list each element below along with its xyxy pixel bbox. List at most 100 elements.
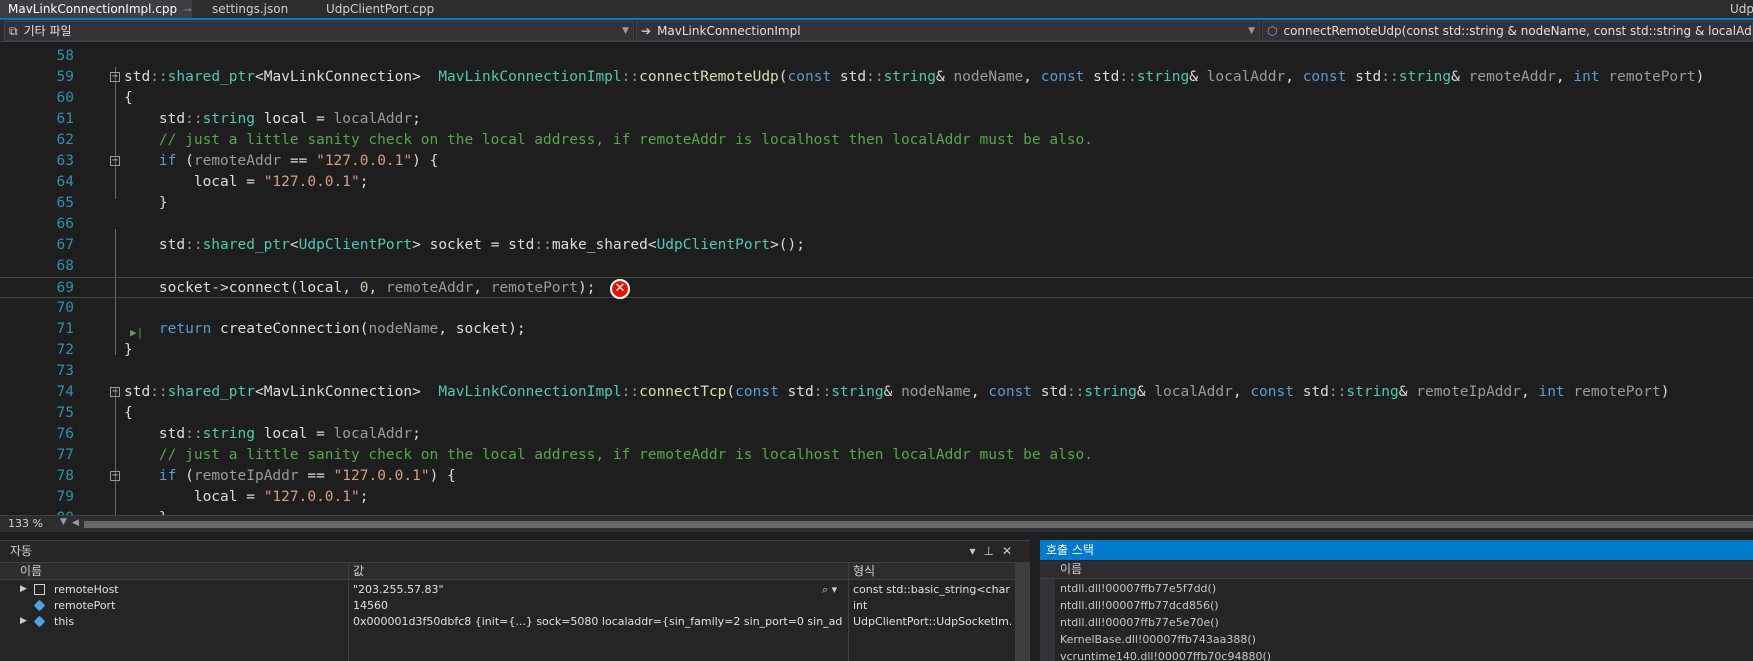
code-line[interactable]: 64 local = "127.0.0.1"; <box>0 172 1753 193</box>
search-icon[interactable]: ⌕ ▾ <box>822 581 837 598</box>
exception-icon[interactable]: ✕ <box>610 279 630 299</box>
var-name: this <box>54 615 75 628</box>
var-value[interactable]: 0x000001d3f50dbfc8 {init={...} sock=5080… <box>353 613 843 630</box>
var-value[interactable]: 14560 <box>353 597 843 614</box>
code-line[interactable]: 73 <box>0 361 1753 382</box>
autos-title-bar: 자동 ▾⊥✕ <box>0 541 1030 561</box>
pin-icon[interactable]: ⊸ <box>183 5 191 16</box>
expand-icon[interactable]: ▶ <box>20 613 27 630</box>
code-line[interactable]: 59 − std::shared_ptr<MavLinkConnection> Ma… <box>0 67 1753 88</box>
code-line[interactable]: 80 } <box>0 508 1753 515</box>
pin-icon[interactable]: ⊥ <box>983 544 1001 558</box>
line-number: 60 <box>56 90 74 106</box>
code-line[interactable]: 65 } <box>0 193 1753 214</box>
method-icon: ⬡ <box>1267 24 1278 38</box>
autos-row[interactable]: remotePort 14560 int <box>0 597 1015 614</box>
call-stack-window: 호출 스택 이름 ntdll.dll!00007ffb77e5f7dd() ntd… <box>1040 540 1753 661</box>
code-line[interactable]: 63 − if (remoteAddr == "127.0.0.1") { <box>0 151 1753 172</box>
call-stack-frame[interactable]: ntdll.dll!00007ffb77e5e70e() <box>1040 614 1753 631</box>
code-line[interactable]: 61 std::string local = localAddr; <box>0 109 1753 130</box>
line-number: 68 <box>56 258 74 274</box>
horizontal-scrollbar[interactable] <box>84 521 1753 528</box>
line-number: 73 <box>56 363 74 379</box>
code-line[interactable]: 78 − if (remoteIpAddr == "127.0.0.1") { <box>0 466 1753 487</box>
chevron-down-icon[interactable]: ▼ <box>60 517 67 527</box>
collapse-icon[interactable]: − <box>110 72 120 82</box>
line-number: 70 <box>56 300 74 316</box>
scroll-left-icon[interactable]: ◀ <box>72 518 79 528</box>
panel-title: 자동 <box>10 544 33 558</box>
code-text: std::string local = localAddr; <box>124 426 421 442</box>
line-number: 66 <box>56 216 74 232</box>
column-name[interactable]: 이름 <box>1060 562 1082 576</box>
autos-grid-header: 이름 값 형식 <box>0 562 1015 580</box>
struct-icon <box>34 584 45 595</box>
autos-window: 자동 ▾⊥✕ 이름 값 형식 ▶ remoteHost "203.255.57.83… <box>0 540 1030 661</box>
code-line[interactable]: 67 std::shared_ptr<UdpClientPort> socket… <box>0 235 1753 256</box>
panel-controls: ▾⊥✕ <box>969 541 1020 561</box>
code-line[interactable]: 72} <box>0 340 1753 361</box>
code-line[interactable]: 79 local = "127.0.0.1"; <box>0 487 1753 508</box>
collapse-icon[interactable]: − <box>110 387 120 397</box>
code-line[interactable]: 74 − std::shared_ptr<MavLinkConnection> Ma… <box>0 382 1753 403</box>
call-stack-frame[interactable]: vcruntime140.dll!00007ffb70c94880() <box>1040 648 1753 661</box>
code-editor[interactable]: 58 59− std::shared_ptr<MavLinkConnection> … <box>0 43 1753 515</box>
panel-title: 호출 스택 <box>1046 543 1094 557</box>
tab-label: settings.json <box>212 2 289 16</box>
navigation-bar: ⧉ 기타 파일 ▼ ➔ MavLinkConnectionImpl ▼ ⬡ connect… <box>0 20 1753 42</box>
code-text: { <box>124 90 133 106</box>
var-value[interactable]: "203.255.57.83" <box>353 581 843 598</box>
collapse-icon[interactable]: − <box>110 471 120 481</box>
code-line[interactable]: 58 <box>0 46 1753 67</box>
code-line[interactable]: 62 // just a little sanity check on the … <box>0 130 1753 151</box>
call-stack-frame[interactable]: ntdll.dll!00007ffb77dcd856() <box>1040 597 1753 614</box>
tab-udpclientport[interactable]: UdpClientPort.cpp <box>318 0 448 18</box>
code-text: socket->connect(local, 0, remoteAddr, re… <box>124 280 596 296</box>
call-stack-frame[interactable]: ntdll.dll!00007ffb77e5f7dd() <box>1040 580 1753 597</box>
line-number: 62 <box>56 132 74 148</box>
column-type[interactable]: 형식 <box>853 563 875 579</box>
tab-settings-json[interactable]: settings.json <box>204 0 304 18</box>
code-line[interactable]: 71 ▶| return createConnection(nodeName, s… <box>0 319 1753 340</box>
call-stack-header: 이름 <box>1040 561 1753 579</box>
tab-mavlinkconnectionimpl[interactable]: MavLinkConnectionImpl.cpp⊸✕ <box>0 0 192 18</box>
code-line[interactable]: 69 socket->connect(local, 0, remoteAddr,… <box>0 277 1753 299</box>
line-number: 65 <box>56 195 74 211</box>
line-number: 76 <box>56 426 74 442</box>
code-line[interactable]: 76 std::string local = localAddr; <box>0 424 1753 445</box>
line-number: 63 <box>56 153 74 169</box>
code-line[interactable]: 68 <box>0 256 1753 277</box>
vertical-scrollbar[interactable] <box>1015 562 1030 661</box>
scope-dropdown[interactable]: ➔ MavLinkConnectionImpl ▼ <box>636 21 1260 41</box>
var-type: const std::basic_string<char,... <box>853 583 1011 596</box>
member-dropdown[interactable]: ⬡ connectRemoteUdp(const std::string & no… <box>1262 21 1753 41</box>
line-number: 72 <box>56 342 74 358</box>
column-name[interactable]: 이름 <box>20 563 42 579</box>
expand-icon[interactable]: ▶ <box>20 581 27 598</box>
code-line[interactable]: 75 { <box>0 403 1753 424</box>
document-tab-bar: MavLinkConnectionImpl.cpp⊸✕ settings.jso… <box>0 0 1753 20</box>
collapse-icon[interactable]: − <box>110 156 120 166</box>
call-stack-frame[interactable]: KernelBase.dll!00007ffb743aa388() <box>1040 631 1753 648</box>
misc-files-icon: ⧉ <box>9 24 18 38</box>
autos-row[interactable]: ▶ remoteHost "203.255.57.83" const std::bas… <box>0 581 1015 598</box>
code-line[interactable]: 77 // just a little sanity check on the … <box>0 445 1753 466</box>
column-value[interactable]: 값 <box>353 563 364 579</box>
code-text: std::shared_ptr<MavLinkConnection> MavLi… <box>124 384 1670 400</box>
autos-row[interactable]: ▶ this 0x000001d3f50dbfc8 {init={...} sock… <box>0 613 1015 630</box>
tab-udp-overflow[interactable]: Udp <box>1728 0 1753 18</box>
dropdown-icon[interactable]: ▾ <box>969 544 983 558</box>
code-line[interactable]: 60 { <box>0 88 1753 109</box>
line-number: 80 <box>0 508 74 515</box>
code-text: // just a little sanity check on the loc… <box>124 447 1094 463</box>
scope-label: MavLinkConnectionImpl <box>657 24 801 38</box>
code-line[interactable]: 66 <box>0 214 1753 235</box>
code-text: return createConnection(nodeName, socket… <box>124 321 526 337</box>
zoom-level[interactable]: 133 % <box>8 517 43 530</box>
close-icon[interactable]: ✕ <box>1002 544 1020 558</box>
project-dropdown[interactable]: ⧉ 기타 파일 ▼ <box>4 21 634 41</box>
code-text: std::shared_ptr<MavLinkConnection> MavLi… <box>124 69 1705 85</box>
code-line[interactable]: 70 <box>0 298 1753 319</box>
code-text: std::shared_ptr<UdpClientPort> socket = … <box>124 237 805 253</box>
code-text: std::string local = localAddr; <box>124 111 421 127</box>
